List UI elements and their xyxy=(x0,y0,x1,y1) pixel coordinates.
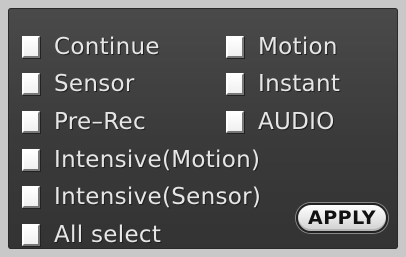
motion-checkbox[interactable] xyxy=(226,36,244,58)
instant-checkbox[interactable] xyxy=(226,73,244,95)
all-select-option[interactable]: All select xyxy=(22,220,161,250)
sensor-label: Sensor xyxy=(54,71,135,97)
intensive-motion-checkbox[interactable] xyxy=(22,149,40,171)
continue-checkbox[interactable] xyxy=(22,36,40,58)
audio-checkbox[interactable] xyxy=(226,111,244,133)
continue-label: Continue xyxy=(54,34,160,60)
intensive-sensor-label: Intensive(Sensor) xyxy=(54,184,262,210)
instant-option[interactable]: Instant xyxy=(226,69,340,99)
intensive-sensor-option[interactable]: Intensive(Sensor) xyxy=(22,182,261,212)
sensor-option[interactable]: Sensor xyxy=(22,69,135,99)
pre-rec-label: Pre–Rec xyxy=(54,109,146,135)
motion-label: Motion xyxy=(258,34,338,60)
apply-button[interactable]: APPLY xyxy=(296,203,388,233)
instant-label: Instant xyxy=(258,71,341,97)
audio-label: AUDIO xyxy=(258,109,335,135)
sensor-checkbox[interactable] xyxy=(22,73,40,95)
intensive-motion-option[interactable]: Intensive(Motion) xyxy=(22,145,260,175)
intensive-motion-label: Intensive(Motion) xyxy=(54,147,261,173)
apply-button-label: APPLY xyxy=(308,207,376,229)
pre-rec-checkbox[interactable] xyxy=(22,111,40,133)
intensive-sensor-checkbox[interactable] xyxy=(22,186,40,208)
all-select-checkbox[interactable] xyxy=(22,224,40,246)
pre-rec-option[interactable]: Pre–Rec xyxy=(22,107,146,137)
motion-option[interactable]: Motion xyxy=(226,32,338,62)
all-select-label: All select xyxy=(54,222,162,248)
continue-option[interactable]: Continue xyxy=(22,32,160,62)
audio-option[interactable]: AUDIO xyxy=(226,107,335,137)
